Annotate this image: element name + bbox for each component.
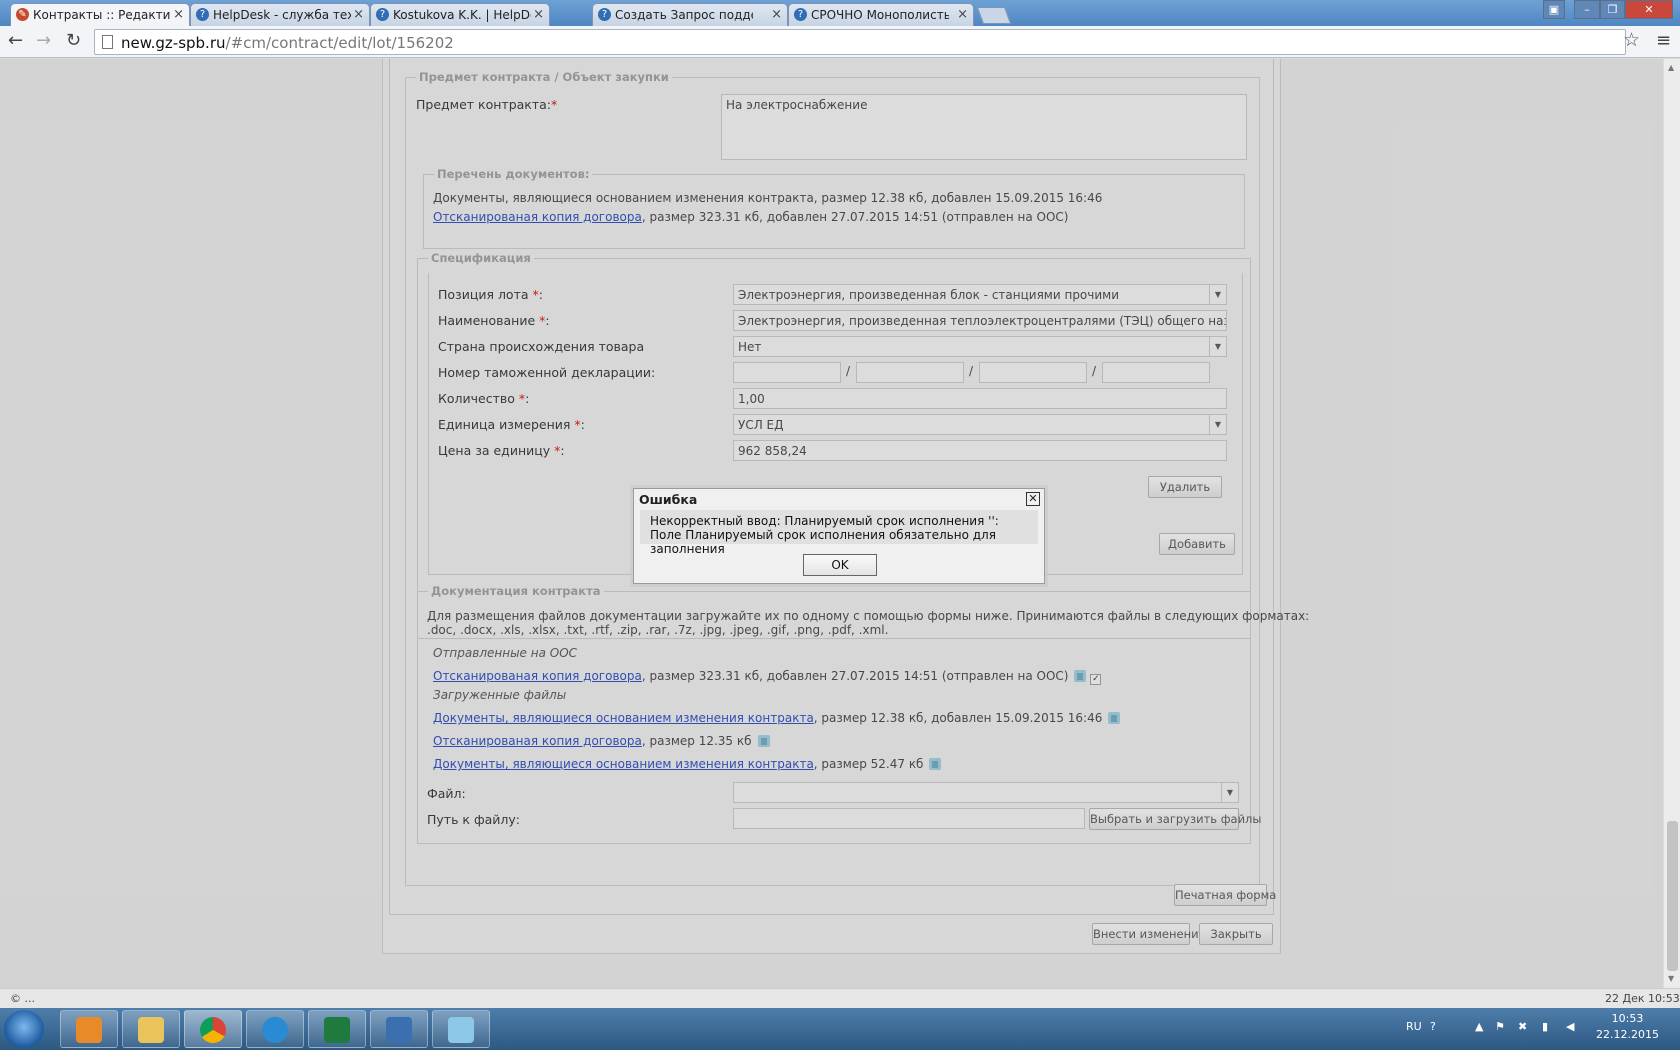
error-dialog: Ошибка ✕ Некорректный ввод: Планируемый … <box>633 488 1045 584</box>
dialog-title: Ошибка <box>639 492 698 507</box>
dialog-message-line-2: Поле Планируемый срок исполнения обязате… <box>650 528 996 556</box>
taskbar-excel[interactable] <box>308 1010 366 1048</box>
url-host: new.gz-spb.ru <box>121 34 226 52</box>
notepad-icon <box>448 1017 474 1043</box>
page-scrollbar[interactable]: ▲ ▼ <box>1663 59 1680 988</box>
scrollbar-thumb[interactable] <box>1667 821 1678 971</box>
tab-create-request[interactable]: ? Создать Запрос поддерж × <box>592 3 788 26</box>
helpdesk-icon: ? <box>196 8 209 21</box>
bookmark-star-icon[interactable]: ☆ <box>1623 29 1640 51</box>
close-icon[interactable]: ✕ <box>1026 492 1040 506</box>
scroll-down-icon[interactable]: ▼ <box>1668 974 1674 983</box>
taskbar-media-player[interactable] <box>60 1010 118 1048</box>
taskbar-explorer[interactable] <box>122 1010 180 1048</box>
tab-title: Контракты :: Редактирова <box>33 8 171 22</box>
media-player-icon <box>76 1017 102 1043</box>
tab-kostukova[interactable]: ? Kostukova K.K. | HelpDesk × <box>370 3 550 26</box>
url-path: /#cm/contract/edit/lot/156202 <box>225 34 454 52</box>
taskbar-notepad[interactable] <box>432 1010 490 1048</box>
clock-date: 22.12.2015 <box>1596 1028 1659 1041</box>
tab-title: Kostukova K.K. | HelpDesk <box>393 8 531 22</box>
helpdesk-icon: ? <box>794 8 807 21</box>
tab-title: Создать Запрос поддерж <box>615 8 753 22</box>
minimize-icon[interactable]: – <box>1574 0 1600 19</box>
status-bar: © ... 22 Дек 10:53 <box>0 988 1680 1008</box>
status-datetime: 22 Дек 10:53 <box>1605 992 1680 1005</box>
browser-tab-strip: ✎ Контракты :: Редактирова × ? HelpDesk … <box>0 0 1680 26</box>
dialog-message: Некорректный ввод: Планируемый срок испо… <box>640 510 1038 556</box>
show-hidden-icons[interactable]: ▲ <box>1475 1020 1483 1033</box>
restore-icon[interactable]: ❐ <box>1600 0 1625 19</box>
tab-close-icon[interactable]: × <box>771 7 782 22</box>
tab-close-icon[interactable]: × <box>353 7 364 22</box>
excel-icon <box>324 1017 350 1043</box>
tab-close-icon[interactable]: × <box>957 7 968 22</box>
power-icon[interactable]: ▮ <box>1542 1020 1548 1033</box>
user-icon[interactable]: ▣ <box>1543 0 1565 19</box>
network-error-icon[interactable]: ✖ <box>1518 1020 1527 1033</box>
menu-icon[interactable]: ≡ <box>1656 30 1671 51</box>
helpdesk-icon: ? <box>376 8 389 21</box>
helpdesk-icon: ? <box>598 8 611 21</box>
chrome-icon <box>200 1017 226 1043</box>
address-bar[interactable]: new.gz-spb.ru/#cm/contract/edit/lot/1562… <box>94 29 1626 55</box>
browser-toolbar: ← → ↻ new.gz-spb.ru/#cm/contract/edit/lo… <box>0 26 1680 58</box>
tab-helpdesk[interactable]: ? HelpDesk - служба техни × <box>190 3 370 26</box>
flag-icon[interactable]: ⚑ <box>1495 1020 1505 1033</box>
start-button[interactable] <box>4 1010 44 1048</box>
page-icon <box>102 35 113 49</box>
close-window-icon[interactable]: ✕ <box>1625 0 1673 19</box>
url-text: new.gz-spb.ru/#cm/contract/edit/lot/1562… <box>121 34 454 52</box>
ok-button[interactable]: OK <box>803 554 877 576</box>
internet-explorer-icon <box>262 1017 288 1043</box>
reload-icon[interactable]: ↻ <box>66 32 81 50</box>
folder-icon <box>138 1017 164 1043</box>
language-indicator[interactable]: RU <box>1406 1020 1422 1033</box>
taskbar-ie[interactable] <box>246 1010 304 1048</box>
windows-taskbar: RU ? ▲ ⚑ ✖ ▮ ◀ 10:53 22.12.2015 <box>0 1008 1680 1050</box>
tab-contracts[interactable]: ✎ Контракты :: Редактирова × <box>10 3 190 26</box>
tab-close-icon[interactable]: × <box>173 7 184 22</box>
taskbar-remote-desktop[interactable] <box>370 1010 428 1048</box>
system-clock[interactable]: 10:53 22.12.2015 <box>1596 1011 1659 1043</box>
tab-title: СРОЧНО Монополисты 2 <box>811 8 949 22</box>
forward-icon[interactable]: → <box>36 32 51 50</box>
tab-title: HelpDesk - служба техни <box>213 8 351 22</box>
tab-close-icon[interactable]: × <box>533 7 544 22</box>
dialog-message-line-1: Некорректный ввод: Планируемый срок испо… <box>650 514 999 528</box>
volume-muted-icon[interactable]: ◀ <box>1566 1020 1574 1033</box>
scroll-up-icon[interactable]: ▲ <box>1668 63 1674 72</box>
taskbar-chrome[interactable] <box>184 1010 242 1048</box>
clock-time: 10:53 <box>1611 1012 1644 1025</box>
wrench-icon: ✎ <box>16 8 29 21</box>
back-icon[interactable]: ← <box>8 32 23 50</box>
help-icon[interactable]: ? <box>1430 1020 1436 1033</box>
status-left: © ... <box>10 992 35 1005</box>
remote-desktop-icon <box>386 1017 412 1043</box>
tab-monopolists[interactable]: ? СРОЧНО Монополисты 2 × <box>788 3 974 26</box>
new-tab-button[interactable] <box>976 7 1012 24</box>
